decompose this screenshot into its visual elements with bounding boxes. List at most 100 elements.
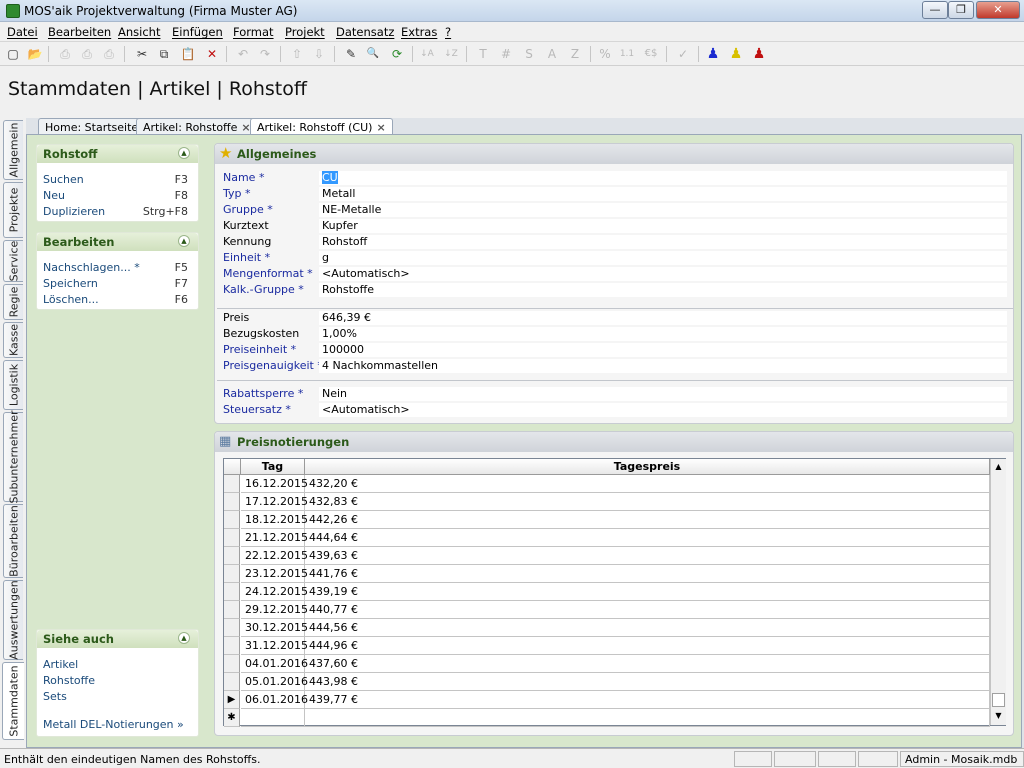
cell-tagespreis[interactable]: 443,98 € <box>305 673 990 691</box>
sort-desc-icon[interactable]: ↓Z <box>442 45 460 63</box>
close-button[interactable]: ✕ <box>976 1 1020 19</box>
precision-icon[interactable]: 1.1 <box>618 45 636 63</box>
tab-allgemein[interactable]: Allgemein <box>3 120 23 180</box>
field-input[interactable]: 1,00% <box>319 327 1007 341</box>
menu-ansicht[interactable]: Ansicht <box>118 25 160 39</box>
user-yellow-icon[interactable]: ♟ <box>727 45 745 63</box>
print-setup-icon[interactable]: ⎙ <box>100 45 118 63</box>
cell-tag[interactable]: 31.12.2015 <box>241 637 308 655</box>
cell-tagespreis[interactable]: 442,26 € <box>305 511 990 529</box>
field-input[interactable]: Nein <box>319 387 1007 401</box>
sidebar-item-nachschlagen[interactable]: Nachschlagen... * <box>43 261 140 274</box>
row-selector[interactable] <box>224 547 240 565</box>
cell-tag[interactable]: 04.01.2016 <box>241 655 308 673</box>
menu-datei[interactable]: Datei <box>7 25 38 39</box>
sidebar-group-header[interactable]: Rohstoff ▲ <box>37 145 198 163</box>
tab-stammdaten[interactable]: Stammdaten <box>2 662 24 740</box>
s-icon[interactable]: S <box>520 45 538 63</box>
cell-tagespreis[interactable]: 444,64 € <box>305 529 990 547</box>
menu-help[interactable]: ? <box>445 25 451 39</box>
row-selector[interactable] <box>224 619 240 637</box>
row-selector[interactable] <box>224 511 240 529</box>
tab-kasse[interactable]: Kasse <box>3 322 23 358</box>
field-input[interactable]: <Automatisch> <box>319 403 1007 417</box>
row-selector[interactable] <box>224 637 240 655</box>
column-header-tag[interactable]: Tag <box>241 459 305 475</box>
user-blue-icon[interactable]: ♟ <box>704 45 722 63</box>
field-input[interactable]: Kupfer <box>319 219 1007 233</box>
cell-tag[interactable]: 22.12.2015 <box>241 547 308 565</box>
row-selector[interactable] <box>224 565 240 583</box>
open-icon[interactable]: 📂 <box>26 45 44 63</box>
tab-logistik[interactable]: Logistik <box>3 360 23 410</box>
check-icon[interactable]: ✓ <box>674 45 692 63</box>
tab-projekte[interactable]: Projekte <box>3 182 23 238</box>
cell-tagespreis[interactable]: 439,63 € <box>305 547 990 565</box>
tab-regie[interactable]: Regie <box>3 284 23 320</box>
menu-extras[interactable]: Extras <box>401 25 437 39</box>
collapse-icon[interactable]: ▲ <box>178 632 190 644</box>
z-icon[interactable]: Z <box>566 45 584 63</box>
row-selector[interactable] <box>224 475 240 493</box>
menu-format[interactable]: Format <box>233 25 274 39</box>
field-input[interactable]: 4 Nachkommastellen <box>319 359 1007 373</box>
field-input[interactable]: g <box>319 251 1007 265</box>
new-row-cell[interactable] <box>241 709 305 727</box>
print-icon[interactable]: ⎙ <box>56 45 74 63</box>
vertical-scrollbar[interactable]: ▲ ▼ <box>990 459 1006 725</box>
cell-tagespreis[interactable]: 441,76 € <box>305 565 990 583</box>
menu-einfuegen[interactable]: Einfügen <box>172 25 223 39</box>
new-icon[interactable]: ▢ <box>4 45 22 63</box>
scroll-down-icon[interactable]: ▼ <box>992 709 1005 723</box>
field-input[interactable]: Rohstoffe <box>319 283 1007 297</box>
field-input[interactable]: 646,39 € <box>319 311 1007 325</box>
cell-tag[interactable]: 16.12.2015 <box>241 475 308 493</box>
column-header-tagespreis[interactable]: Tagespreis <box>305 459 990 475</box>
copy-icon[interactable]: ⧉ <box>155 45 173 63</box>
print-preview-icon[interactable]: ⎙ <box>78 45 96 63</box>
cut-icon[interactable]: ✂ <box>133 45 151 63</box>
menu-datensatz[interactable]: Datensatz <box>336 25 394 39</box>
cell-tag[interactable]: 06.01.2016 <box>241 691 308 709</box>
refresh-icon[interactable]: ⟳ <box>388 45 406 63</box>
cell-tagespreis[interactable]: 440,77 € <box>305 601 990 619</box>
close-icon[interactable]: × <box>376 121 385 134</box>
cell-tagespreis[interactable]: 439,77 € <box>305 691 990 709</box>
row-selector[interactable]: ▶ <box>224 691 240 709</box>
menu-bearbeiten[interactable]: Bearbeiten <box>48 25 111 39</box>
sort-asc-icon[interactable]: ↓A <box>418 45 436 63</box>
collapse-icon[interactable]: ▲ <box>178 147 190 159</box>
user-red-icon[interactable]: ♟ <box>750 45 768 63</box>
sidebar-item-suchen[interactable]: Suchen <box>43 173 84 186</box>
sidebar-item-duplizieren[interactable]: Duplizieren <box>43 205 105 218</box>
collapse-icon[interactable]: ▲ <box>178 235 190 247</box>
row-selector[interactable] <box>224 601 240 619</box>
row-selector[interactable] <box>224 529 240 547</box>
sidebar-link-sets[interactable]: Sets <box>43 690 67 703</box>
cell-tagespreis[interactable]: 439,19 € <box>305 583 990 601</box>
tab-service[interactable]: Service <box>3 240 23 282</box>
delete-icon[interactable]: ✕ <box>203 45 221 63</box>
sidebar-item-speichern[interactable]: Speichern <box>43 277 98 290</box>
cell-tag[interactable]: 30.12.2015 <box>241 619 308 637</box>
field-input[interactable]: NE-Metalle <box>319 203 1007 217</box>
redo-icon[interactable]: ↷ <box>256 45 274 63</box>
sidebar-link-rohstoffe[interactable]: Rohstoffe <box>43 674 95 687</box>
hash-icon[interactable]: # <box>497 45 515 63</box>
row-selector[interactable] <box>224 583 240 601</box>
new-row-cell[interactable] <box>305 709 990 727</box>
undo-icon[interactable]: ↶ <box>234 45 252 63</box>
sidebar-link-del-notierungen[interactable]: Metall DEL-Notierungen » <box>43 718 184 731</box>
cell-tagespreis[interactable]: 432,20 € <box>305 475 990 493</box>
field-input[interactable]: 100000 <box>319 343 1007 357</box>
move-up-icon[interactable]: ⇧ <box>288 45 306 63</box>
field-input[interactable]: <Automatisch> <box>319 267 1007 281</box>
sidebar-item-neu[interactable]: Neu <box>43 189 65 202</box>
tab-subunternehmer[interactable]: Subunternehmer <box>3 410 23 504</box>
cell-tag[interactable]: 05.01.2016 <box>241 673 308 691</box>
text-icon[interactable]: T <box>474 45 492 63</box>
scroll-up-icon[interactable]: ▲ <box>992 460 1005 474</box>
sidebar-group-header[interactable]: Bearbeiten ▲ <box>37 233 198 251</box>
field-input[interactable]: Metall <box>319 187 1007 201</box>
sidebar-link-artikel[interactable]: Artikel <box>43 658 78 671</box>
